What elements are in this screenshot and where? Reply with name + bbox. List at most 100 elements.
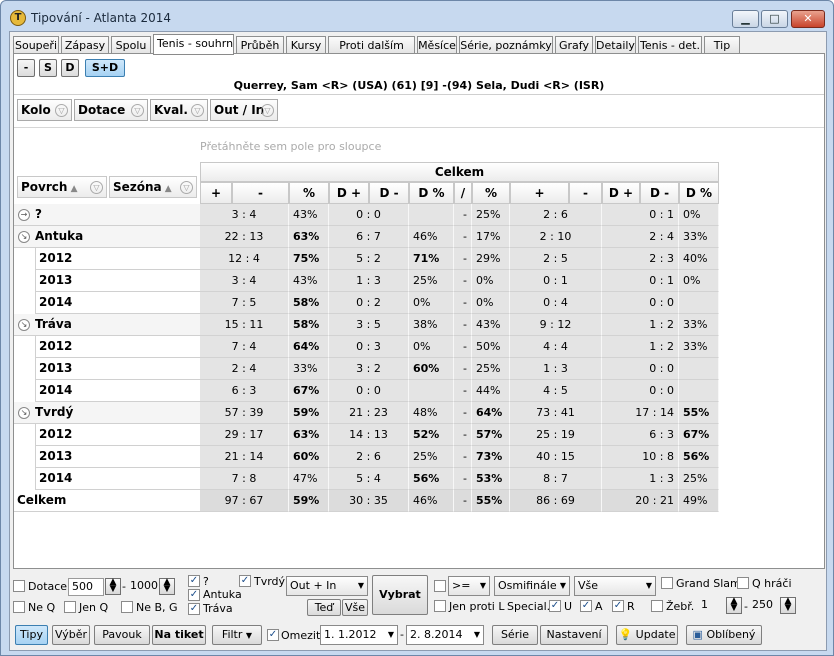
column-header-12[interactable]: D - xyxy=(640,182,679,204)
row-label[interactable]: Tráva xyxy=(14,314,200,336)
row-label[interactable]: ? xyxy=(14,204,200,226)
tipy-button[interactable]: Tipy xyxy=(15,625,48,645)
column-header-5[interactable]: D - xyxy=(369,182,409,204)
grand-slam-checkbox[interactable] xyxy=(661,577,673,589)
column-header-9[interactable]: + xyxy=(510,182,569,204)
tab-1[interactable]: Soupeři xyxy=(13,36,59,54)
jen-q-checkbox[interactable] xyxy=(64,601,76,613)
segment-button-4[interactable]: S+D xyxy=(85,59,125,77)
date-from-picker[interactable]: 1. 1.2012 ▼ xyxy=(320,625,398,645)
title-bar[interactable]: T Tipování - Atlanta 2014 ▁ □ ✕ xyxy=(1,1,833,31)
filter-icon[interactable]: ▽ xyxy=(90,181,103,194)
vyber-button[interactable]: Výběr xyxy=(52,625,90,645)
tab-10[interactable]: Grafy xyxy=(555,36,593,54)
expand-toggle-icon[interactable]: ↘ xyxy=(18,319,30,331)
column-header-8[interactable]: % xyxy=(472,182,510,204)
dotace-to-input[interactable]: 1000 xyxy=(127,578,158,596)
segment-button-2[interactable]: S xyxy=(39,59,57,77)
zebr-to-spinner[interactable]: ▲ ▼ xyxy=(780,597,796,614)
tab-8[interactable]: Měsíce xyxy=(417,36,457,54)
tab-12[interactable]: Tenis - det. xyxy=(638,36,702,54)
expand-toggle-icon[interactable]: ↘ xyxy=(18,231,30,243)
tab-9[interactable]: Série, poznámky xyxy=(459,36,553,54)
column-header-7[interactable]: / xyxy=(454,182,472,204)
row-field-2[interactable]: Sezóna ▲ ▽ xyxy=(109,176,197,198)
row-label[interactable]: Tvrdý xyxy=(14,402,200,424)
close-button[interactable]: ✕ xyxy=(791,10,825,28)
jen-proti-l-checkbox[interactable] xyxy=(434,600,446,612)
na-tiket-button[interactable]: Na tiket xyxy=(152,625,206,645)
segment-button-3[interactable]: D xyxy=(61,59,79,77)
zebr-from-input[interactable]: 1 xyxy=(698,597,724,615)
sort-up-icon[interactable]: ▲ xyxy=(162,184,172,194)
dotace-from-input[interactable]: 500 xyxy=(68,578,104,596)
zebr-to-input[interactable]: 250 xyxy=(749,597,777,615)
filter-icon[interactable]: ▽ xyxy=(191,104,204,117)
column-header-10[interactable]: - xyxy=(569,182,602,204)
column-header-13[interactable]: D % xyxy=(679,182,719,204)
tab-13[interactable]: Tip xyxy=(704,36,740,54)
column-header-3[interactable]: % xyxy=(289,182,329,204)
tab-4[interactable]: Tenis - souhrn xyxy=(153,34,234,55)
column-header-11[interactable]: D + xyxy=(602,182,640,204)
filter-field-1[interactable]: Kolo ▽ xyxy=(17,99,72,121)
antuka-checkbox[interactable]: ✓ xyxy=(188,589,200,601)
operator-select[interactable]: >= ▼ xyxy=(448,576,490,596)
round-select[interactable]: Osmifinále ▼ xyxy=(494,576,570,596)
minimize-button[interactable]: ▁ xyxy=(732,10,759,28)
ted-button[interactable]: Teď xyxy=(307,599,341,616)
row-field-1[interactable]: Povrch ▲ ▽ xyxy=(17,176,107,198)
serie-button[interactable]: Série xyxy=(492,625,538,645)
vse-select[interactable]: Vše ▼ xyxy=(574,576,656,596)
column-header-4[interactable]: D + xyxy=(329,182,369,204)
segment-button-1[interactable]: - xyxy=(17,59,35,77)
filter-icon[interactable]: ▽ xyxy=(261,104,274,117)
tab-7[interactable]: Proti dalším xyxy=(328,36,415,54)
tab-6[interactable]: Kursy xyxy=(286,36,326,54)
a-checkbox[interactable]: ✓ xyxy=(580,600,592,612)
omezit-checkbox[interactable]: ✓ xyxy=(267,629,279,641)
filter-field-3[interactable]: Kval. ▽ xyxy=(150,99,208,121)
row-label: 2013 xyxy=(35,270,200,292)
trava-checkbox[interactable]: ✓ xyxy=(188,603,200,615)
filter-icon[interactable]: ▽ xyxy=(180,181,193,194)
update-button[interactable]: 💡 Update xyxy=(616,625,678,645)
filter-field-4[interactable]: Out / In ▽ xyxy=(210,99,278,121)
filter-icon[interactable]: ▽ xyxy=(131,104,144,117)
maximize-button[interactable]: □ xyxy=(761,10,788,28)
filtr-dropdown-button[interactable]: Filtr ▼ xyxy=(212,625,262,645)
sort-up-icon[interactable]: ▲ xyxy=(67,184,78,194)
column-header-2[interactable]: - xyxy=(232,182,289,204)
nastaveni-button[interactable]: Nastavení xyxy=(540,625,608,645)
q-surface-checkbox[interactable]: ✓ xyxy=(188,575,200,587)
r-checkbox[interactable]: ✓ xyxy=(612,600,624,612)
tab-5[interactable]: Průběh xyxy=(236,36,284,54)
expand-toggle-icon[interactable]: ↘ xyxy=(18,407,30,419)
dotace-to-spinner[interactable]: ▲ ▼ xyxy=(159,578,175,595)
expand-toggle-icon[interactable]: → xyxy=(18,209,30,221)
tab-11[interactable]: Detaily xyxy=(595,36,636,54)
column-header-6[interactable]: D % xyxy=(409,182,454,204)
tvrdy-checkbox[interactable]: ✓ xyxy=(239,575,251,587)
oblibeny-button[interactable]: ▣ Oblíbený xyxy=(686,625,762,645)
dotace-from-spinner[interactable]: ▲ ▼ xyxy=(105,578,121,595)
vse-button[interactable]: Vše xyxy=(342,599,368,616)
dotace-checkbox[interactable] xyxy=(13,580,25,592)
round-filter-checkbox[interactable] xyxy=(434,580,446,592)
row-label[interactable]: Antuka xyxy=(14,226,200,248)
date-to-picker[interactable]: 2. 8.2014 ▼ xyxy=(406,625,484,645)
zebr-checkbox[interactable] xyxy=(651,600,663,612)
out-in-select[interactable]: Out + In ▼ xyxy=(286,576,368,596)
u-checkbox[interactable]: ✓ xyxy=(549,600,561,612)
filter-field-2[interactable]: Dotace ▽ xyxy=(74,99,148,121)
pavouk-button[interactable]: Pavouk xyxy=(94,625,150,645)
zebr-from-spinner[interactable]: ▲ ▼ xyxy=(726,597,742,614)
ne-q-checkbox[interactable] xyxy=(13,601,25,613)
tab-3[interactable]: Spolu xyxy=(111,36,151,54)
tab-2[interactable]: Zápasy xyxy=(61,36,109,54)
vybrat-button[interactable]: Vybrat xyxy=(372,575,428,615)
ne-bg-checkbox[interactable] xyxy=(121,601,133,613)
column-header-1[interactable]: + xyxy=(200,182,232,204)
filter-icon[interactable]: ▽ xyxy=(55,104,68,117)
q-hraci-checkbox[interactable] xyxy=(737,577,749,589)
